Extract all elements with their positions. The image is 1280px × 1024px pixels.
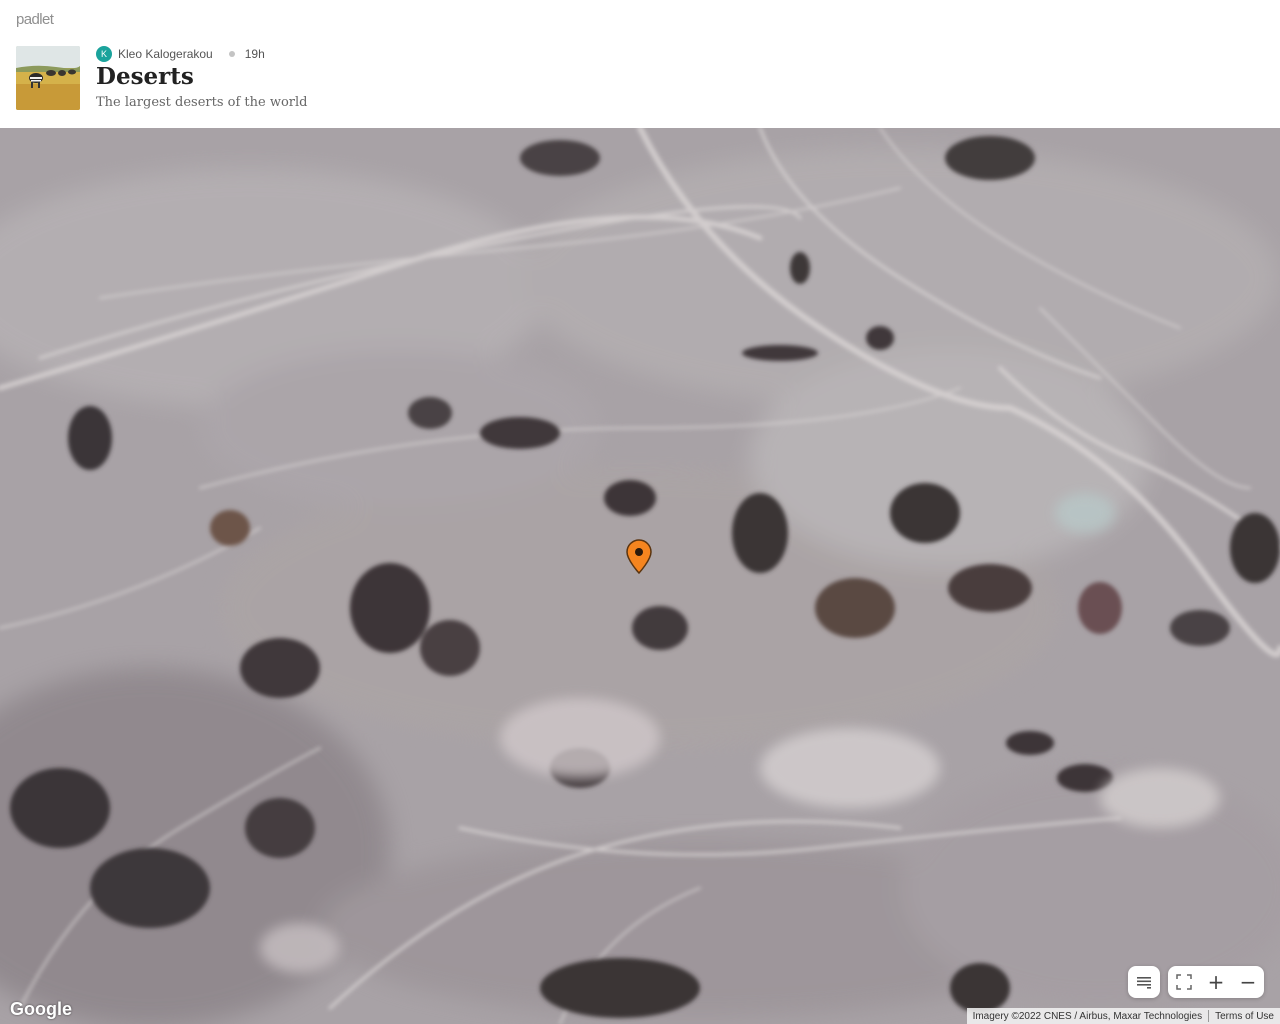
board-title: Deserts bbox=[96, 63, 194, 90]
padlet-logo[interactable]: padlet bbox=[16, 11, 54, 28]
fullscreen-icon bbox=[1176, 974, 1192, 990]
zoom-out-button[interactable]: − bbox=[1232, 966, 1264, 998]
timestamp: 19h bbox=[244, 47, 265, 61]
terms-link[interactable]: Terms of Use bbox=[1209, 1011, 1280, 1022]
list-icon bbox=[1137, 977, 1151, 989]
imagery-credit: Imagery ©2022 CNES / Airbus, Maxar Techn… bbox=[972, 1010, 1203, 1022]
map-zoom-controls: + − bbox=[1168, 966, 1264, 998]
satellite-imagery bbox=[0, 128, 1280, 1024]
map-attribution: Imagery ©2022 CNES / Airbus, Maxar Techn… bbox=[966, 1008, 1280, 1024]
author-avatar[interactable]: K bbox=[96, 46, 112, 62]
board-header: padlet K Kleo Kalogerakou 19h Deserts Th… bbox=[0, 0, 1280, 128]
fullscreen-button[interactable] bbox=[1168, 966, 1200, 998]
padlet-page: padlet K Kleo Kalogerakou 19h Deserts Th… bbox=[0, 0, 1280, 1024]
board-wallpaper-thumbnail[interactable] bbox=[16, 46, 80, 110]
google-logo: Google bbox=[10, 999, 72, 1019]
map-canvas[interactable]: Google + − Imagery ©2022 CNES / Airbus, … bbox=[0, 128, 1280, 1024]
zoom-in-button[interactable]: + bbox=[1200, 966, 1232, 998]
post-meta: K Kleo Kalogerakou 19h bbox=[96, 45, 265, 63]
location-marker[interactable] bbox=[625, 539, 653, 575]
legend-toggle-button[interactable] bbox=[1128, 966, 1160, 998]
board-subtitle: The largest deserts of the world bbox=[96, 95, 308, 110]
separator-dot bbox=[228, 51, 235, 57]
author-name[interactable]: Kleo Kalogerakou bbox=[118, 47, 213, 61]
